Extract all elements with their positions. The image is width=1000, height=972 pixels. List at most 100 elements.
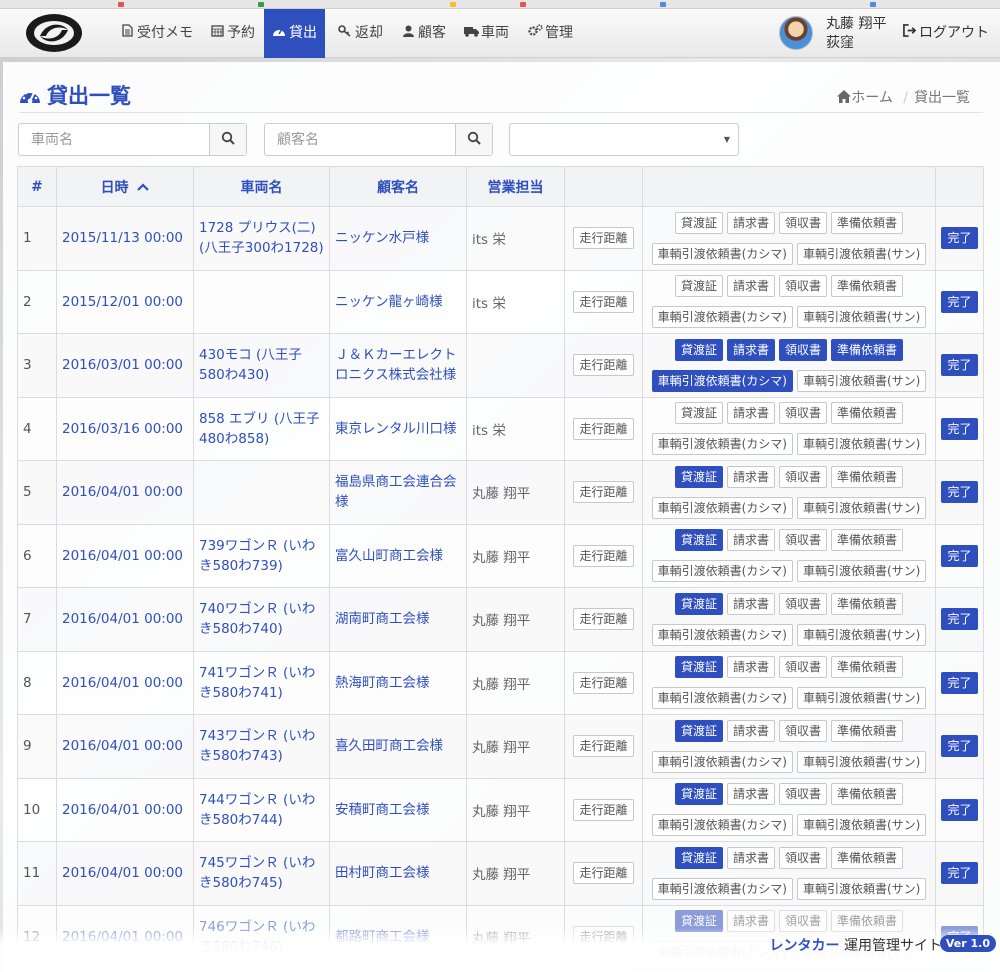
handover-kashima-button[interactable]: 車輌引渡依頼書(カシマ) (651, 814, 793, 837)
handover-sun-button[interactable]: 車輌引渡依頼書(サン) (797, 433, 927, 456)
handover-kashima-button[interactable]: 車輌引渡依頼書(カシマ) (651, 433, 793, 456)
header-staff[interactable]: 営業担当 (466, 166, 565, 207)
receipt-button[interactable]: 領収書 (779, 783, 828, 806)
row-customer[interactable]: 富久山町商工会様 (329, 523, 467, 588)
row-date[interactable]: 2015/12/01 00:00 (56, 269, 194, 334)
invoice-button[interactable]: 請求書 (726, 592, 775, 615)
nav-item-0[interactable]: 受付メモ (112, 9, 201, 58)
invoice-button[interactable]: 請求書 (726, 338, 775, 361)
user-office[interactable]: 荻窪 (826, 34, 854, 52)
row-date[interactable]: 2016/04/01 00:00 (56, 714, 194, 779)
row-customer[interactable]: 喜久田町商工会様 (329, 714, 467, 779)
distance-button[interactable]: 走行距離 (573, 671, 634, 694)
handover-sun-button[interactable]: 車輌引渡依頼書(サン) (797, 750, 927, 773)
done-button[interactable]: 完了 (941, 481, 978, 504)
customer-search-input[interactable] (265, 124, 455, 155)
done-button[interactable]: 完了 (941, 227, 978, 250)
row-car[interactable]: 745ワゴンＲ (いわき580わ745) (193, 841, 330, 906)
invoice-button[interactable]: 請求書 (726, 783, 775, 806)
delivery-cert-button[interactable]: 貸渡証 (674, 846, 723, 869)
nav-item-6[interactable]: 管理 (520, 9, 581, 58)
row-car[interactable]: 739ワゴンＲ (いわき580わ739) (193, 523, 330, 588)
done-button[interactable]: 完了 (941, 608, 978, 631)
header-customer[interactable]: 顧客名 (329, 166, 467, 207)
delivery-cert-button[interactable]: 貸渡証 (674, 592, 723, 615)
row-car[interactable]: 1728 プリウス(二)(八王子300わ1728) (193, 206, 330, 271)
distance-button[interactable]: 走行距離 (573, 735, 634, 758)
handover-kashima-button[interactable]: 車輌引渡依頼書(カシマ) (651, 242, 793, 265)
prep-request-button[interactable]: 準備依頼書 (831, 846, 904, 869)
done-button[interactable]: 完了 (941, 417, 978, 440)
row-date[interactable]: 2015/11/13 00:00 (56, 206, 194, 271)
receipt-button[interactable]: 領収書 (779, 211, 828, 234)
table-row[interactable]: 8 2016/04/01 00:00 741ワゴンＲ (いわき580わ741) 熱海町… (17, 650, 984, 715)
prep-request-button[interactable]: 準備依頼書 (831, 402, 904, 425)
handover-sun-button[interactable]: 車輌引渡依頼書(サン) (797, 877, 927, 900)
handover-sun-button[interactable]: 車輌引渡依頼書(サン) (797, 496, 927, 519)
handover-kashima-button[interactable]: 車輌引渡依頼書(カシマ) (651, 750, 793, 773)
row-date[interactable]: 2016/04/01 00:00 (56, 650, 194, 715)
done-button[interactable]: 完了 (941, 671, 978, 694)
user-name[interactable]: 丸藤 翔平 (826, 15, 886, 33)
row-date[interactable]: 2016/04/01 00:00 (56, 587, 194, 652)
row-car[interactable] (193, 460, 330, 525)
receipt-button[interactable]: 領収書 (779, 592, 828, 615)
handover-kashima-button[interactable]: 車輌引渡依頼書(カシマ) (651, 306, 793, 329)
handover-sun-button[interactable]: 車輌引渡依頼書(サン) (797, 369, 927, 392)
header-car[interactable]: 車両名 (193, 166, 330, 207)
table-row[interactable]: 11 2016/04/01 00:00 745ワゴンＲ (いわき580わ745) 田村… (17, 841, 984, 906)
row-car[interactable]: 741ワゴンＲ (いわき580わ741) (193, 650, 330, 715)
row-customer[interactable]: 福島県商工会連合会様 (329, 460, 467, 525)
table-row[interactable]: 9 2016/04/01 00:00 743ワゴンＲ (いわき580わ743) 喜久田… (17, 714, 984, 779)
filter-select[interactable]: ▼ (509, 123, 739, 156)
table-row[interactable]: 2 2015/12/01 00:00 ニッケン龍ヶ崎様 its 栄走行距離 貸渡証 請求書… (17, 269, 984, 334)
receipt-button[interactable]: 領収書 (779, 465, 828, 488)
distance-button[interactable]: 走行距離 (573, 481, 634, 504)
delivery-cert-button[interactable]: 貸渡証 (674, 719, 723, 742)
row-date[interactable]: 2016/04/01 00:00 (56, 460, 194, 525)
invoice-button[interactable]: 請求書 (726, 529, 775, 552)
receipt-button[interactable]: 領収書 (779, 656, 828, 679)
row-customer[interactable]: 熱海町商工会様 (329, 650, 467, 715)
table-row[interactable]: 10 2016/04/01 00:00 744ワゴンＲ (いわき580わ744) 安積… (17, 777, 984, 842)
logout-button[interactable]: ログアウト (903, 9, 989, 58)
row-car[interactable]: 740ワゴンＲ (いわき580わ740) (193, 587, 330, 652)
handover-kashima-button[interactable]: 車輌引渡依頼書(カシマ) (651, 623, 793, 646)
done-button[interactable]: 完了 (941, 798, 978, 821)
done-button[interactable]: 完了 (941, 735, 978, 758)
home-link[interactable]: ホーム (837, 90, 897, 106)
prep-request-button[interactable]: 準備依頼書 (831, 592, 904, 615)
prep-request-button[interactable]: 準備依頼書 (831, 656, 904, 679)
table-row[interactable]: 1 2015/11/13 00:00 1728 プリウス(二)(八王子300わ172… (17, 206, 984, 271)
table-row[interactable]: 3 2016/03/01 00:00 430モコ (八王子580わ430) Ｊ＆Ｋカー… (17, 333, 984, 398)
prep-request-button[interactable]: 準備依頼書 (831, 211, 904, 234)
avatar[interactable] (779, 16, 813, 50)
customer-search-button[interactable] (455, 124, 492, 155)
row-car[interactable]: 430モコ (八王子580わ430) (193, 333, 330, 398)
delivery-cert-button[interactable]: 貸渡証 (674, 783, 723, 806)
distance-button[interactable]: 走行距離 (573, 798, 634, 821)
prep-request-button[interactable]: 準備依頼書 (831, 338, 904, 361)
row-customer[interactable]: 東京レンタル川口様 (329, 396, 467, 461)
row-customer[interactable]: Ｊ＆Ｋカーエレクトロニクス株式会社様 (329, 333, 467, 398)
distance-button[interactable]: 走行距離 (573, 862, 634, 885)
receipt-button[interactable]: 領収書 (779, 719, 828, 742)
receipt-button[interactable]: 領収書 (779, 846, 828, 869)
handover-sun-button[interactable]: 車輌引渡依頼書(サン) (797, 242, 927, 265)
done-button[interactable]: 完了 (941, 354, 978, 377)
receipt-button[interactable]: 領収書 (779, 529, 828, 552)
car-search-input[interactable] (19, 124, 209, 155)
row-car[interactable]: 858 エブリ (八王子480わ858) (193, 396, 330, 461)
delivery-cert-button[interactable]: 貸渡証 (674, 275, 723, 298)
row-customer[interactable]: 田村町商工会様 (329, 841, 467, 906)
delivery-cert-button[interactable]: 貸渡証 (674, 529, 723, 552)
distance-button[interactable]: 走行距離 (573, 354, 634, 377)
handover-kashima-button[interactable]: 車輌引渡依頼書(カシマ) (651, 877, 793, 900)
invoice-button[interactable]: 請求書 (726, 465, 775, 488)
invoice-button[interactable]: 請求書 (726, 275, 775, 298)
handover-sun-button[interactable]: 車輌引渡依頼書(サン) (797, 814, 927, 837)
row-date[interactable]: 2016/04/01 00:00 (56, 523, 194, 588)
nav-item-1[interactable]: 予約 (202, 9, 263, 58)
handover-kashima-button[interactable]: 車輌引渡依頼書(カシマ) (651, 369, 793, 392)
prep-request-button[interactable]: 準備依頼書 (831, 465, 904, 488)
